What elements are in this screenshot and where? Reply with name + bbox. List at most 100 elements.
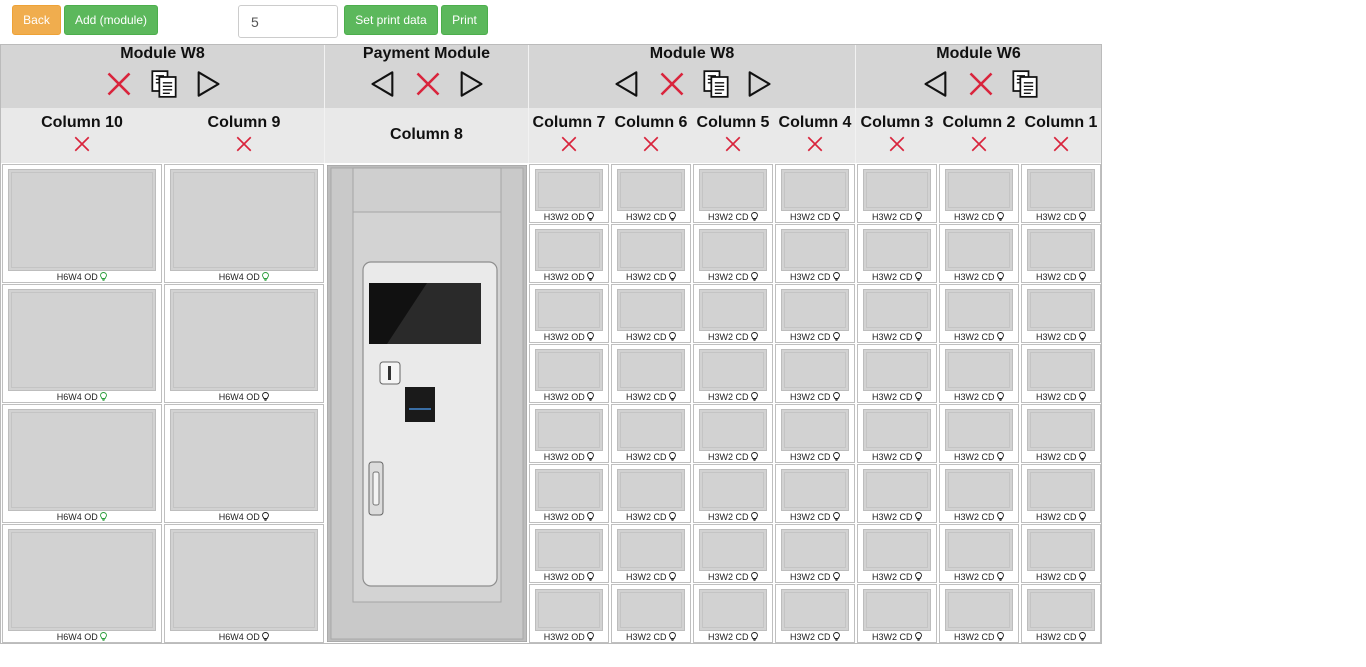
locker-compartment[interactable]: H3W2 CD xyxy=(693,284,773,343)
locker-compartment[interactable]: H3W2 CD xyxy=(857,464,937,523)
locker-compartment[interactable]: H3W2 CD xyxy=(775,344,855,403)
compartment-door xyxy=(699,289,767,331)
locker-compartment[interactable]: H3W2 CD xyxy=(1021,164,1101,223)
locker-compartment[interactable]: H3W2 CD xyxy=(693,524,773,583)
locker-compartment[interactable]: H3W2 CD xyxy=(1021,464,1101,523)
copy-icon[interactable] xyxy=(1011,70,1039,98)
locker-compartment[interactable]: H3W2 CD xyxy=(857,584,937,643)
locker-compartment[interactable]: H6W4 OD xyxy=(2,404,162,523)
locker-compartment[interactable]: H3W2 OD xyxy=(529,404,609,463)
locker-compartment[interactable]: H3W2 OD xyxy=(529,464,609,523)
remove-column-icon[interactable] xyxy=(235,135,253,153)
locker-compartment[interactable]: H3W2 CD xyxy=(611,164,691,223)
locker-compartment[interactable]: H3W2 CD xyxy=(939,284,1019,343)
locker-compartment[interactable]: H3W2 OD xyxy=(529,524,609,583)
locker-compartment[interactable]: H6W4 OD xyxy=(164,524,324,643)
locker-compartment[interactable]: H3W2 CD xyxy=(611,284,691,343)
locker-compartment[interactable]: H3W2 OD xyxy=(529,164,609,223)
remove-column-icon[interactable] xyxy=(970,135,988,153)
locker-compartment[interactable]: H3W2 CD xyxy=(857,524,937,583)
copy-icon[interactable] xyxy=(150,70,178,98)
locker-compartment[interactable]: H3W2 CD xyxy=(939,524,1019,583)
locker-compartment[interactable]: H3W2 CD xyxy=(1021,224,1101,283)
copy-icon[interactable] xyxy=(702,70,730,98)
locker-compartment[interactable]: H3W2 CD xyxy=(939,224,1019,283)
locker-compartment[interactable]: H3W2 CD xyxy=(775,584,855,643)
locker-compartment[interactable]: H6W4 OD xyxy=(2,164,162,283)
locker-compartment[interactable]: H3W2 CD xyxy=(611,464,691,523)
locker-compartment[interactable]: H3W2 CD xyxy=(611,524,691,583)
locker-compartment[interactable]: H3W2 CD xyxy=(611,584,691,643)
locker-compartment[interactable]: H3W2 CD xyxy=(693,584,773,643)
locker-compartment[interactable]: H3W2 CD xyxy=(775,404,855,463)
locker-compartment[interactable]: H3W2 CD xyxy=(939,404,1019,463)
locker-compartment[interactable]: H6W4 OD xyxy=(164,404,324,523)
column-title: Column 4 xyxy=(778,114,852,131)
locker-compartment[interactable]: H3W2 CD xyxy=(775,224,855,283)
locker-compartment[interactable]: H3W2 CD xyxy=(1021,284,1101,343)
locker-compartment[interactable]: H3W2 OD xyxy=(529,284,609,343)
locker-compartment[interactable]: H3W2 CD xyxy=(693,224,773,283)
remove-column-icon[interactable] xyxy=(724,135,742,153)
close-icon[interactable] xyxy=(105,70,133,98)
locker-compartment[interactable]: H3W2 CD xyxy=(857,224,937,283)
compartment-label: H3W2 OD xyxy=(530,272,608,282)
locker-compartment[interactable]: H3W2 CD xyxy=(857,284,937,343)
compartment-door xyxy=(945,409,1013,451)
close-icon[interactable] xyxy=(414,70,442,98)
locker-compartment[interactable]: H6W4 OD xyxy=(164,164,324,283)
compartment-code: H3W2 CD xyxy=(953,632,995,642)
locker-compartment[interactable]: H3W2 CD xyxy=(939,584,1019,643)
print-button[interactable]: Print xyxy=(441,5,488,35)
remove-column-icon[interactable] xyxy=(888,135,906,153)
remove-column-icon[interactable] xyxy=(73,135,91,153)
remove-column-icon[interactable] xyxy=(806,135,824,153)
locker-compartment[interactable]: H3W2 CD xyxy=(939,164,1019,223)
locker-compartment[interactable]: H3W2 CD xyxy=(857,344,937,403)
locker-compartment[interactable]: H3W2 CD xyxy=(693,464,773,523)
arrow-right-icon[interactable] xyxy=(745,70,773,98)
arrow-left-icon[interactable] xyxy=(922,70,950,98)
locker-compartment[interactable]: H3W2 CD xyxy=(775,464,855,523)
set-print-data-button[interactable]: Set print data xyxy=(344,5,438,35)
locker-compartment[interactable]: H3W2 CD xyxy=(775,524,855,583)
locker-compartment[interactable]: H6W4 OD xyxy=(2,524,162,643)
locker-compartment[interactable]: H3W2 CD xyxy=(611,224,691,283)
payment-terminal[interactable] xyxy=(326,164,528,643)
locker-compartment[interactable]: H3W2 CD xyxy=(693,404,773,463)
print-quantity-input[interactable] xyxy=(238,5,338,38)
locker-compartment[interactable]: H3W2 CD xyxy=(939,344,1019,403)
locker-compartment[interactable]: H3W2 OD xyxy=(529,344,609,403)
locker-compartment[interactable]: H3W2 CD xyxy=(693,164,773,223)
compartment-door xyxy=(781,409,849,451)
close-icon[interactable] xyxy=(658,70,686,98)
arrow-right-icon[interactable] xyxy=(457,70,485,98)
arrow-left-icon[interactable] xyxy=(369,70,397,98)
locker-compartment[interactable]: H3W2 CD xyxy=(775,164,855,223)
locker-compartment[interactable]: H6W4 OD xyxy=(2,284,162,403)
locker-compartment[interactable]: H3W2 CD xyxy=(693,344,773,403)
compartment-door xyxy=(535,169,603,211)
remove-column-icon[interactable] xyxy=(1052,135,1070,153)
compartment-label: H3W2 CD xyxy=(940,512,1018,522)
locker-compartment[interactable]: H3W2 CD xyxy=(857,404,937,463)
locker-compartment[interactable]: H3W2 OD xyxy=(529,224,609,283)
locker-compartment[interactable]: H3W2 CD xyxy=(1021,524,1101,583)
locker-compartment[interactable]: H3W2 OD xyxy=(529,584,609,643)
locker-compartment[interactable]: H3W2 CD xyxy=(611,404,691,463)
locker-compartment[interactable]: H3W2 CD xyxy=(1021,344,1101,403)
arrow-right-icon[interactable] xyxy=(194,70,222,98)
locker-compartment[interactable]: H3W2 CD xyxy=(939,464,1019,523)
locker-compartment[interactable]: H3W2 CD xyxy=(775,284,855,343)
locker-compartment[interactable]: H6W4 OD xyxy=(164,284,324,403)
close-icon[interactable] xyxy=(967,70,995,98)
remove-column-icon[interactable] xyxy=(642,135,660,153)
remove-column-icon[interactable] xyxy=(560,135,578,153)
locker-compartment[interactable]: H3W2 CD xyxy=(611,344,691,403)
locker-compartment[interactable]: H3W2 CD xyxy=(857,164,937,223)
arrow-left-icon[interactable] xyxy=(613,70,641,98)
locker-compartment[interactable]: H3W2 CD xyxy=(1021,584,1101,643)
add-module-button[interactable]: Add (module) xyxy=(64,5,158,35)
locker-compartment[interactable]: H3W2 CD xyxy=(1021,404,1101,463)
back-button[interactable]: Back xyxy=(12,5,61,35)
